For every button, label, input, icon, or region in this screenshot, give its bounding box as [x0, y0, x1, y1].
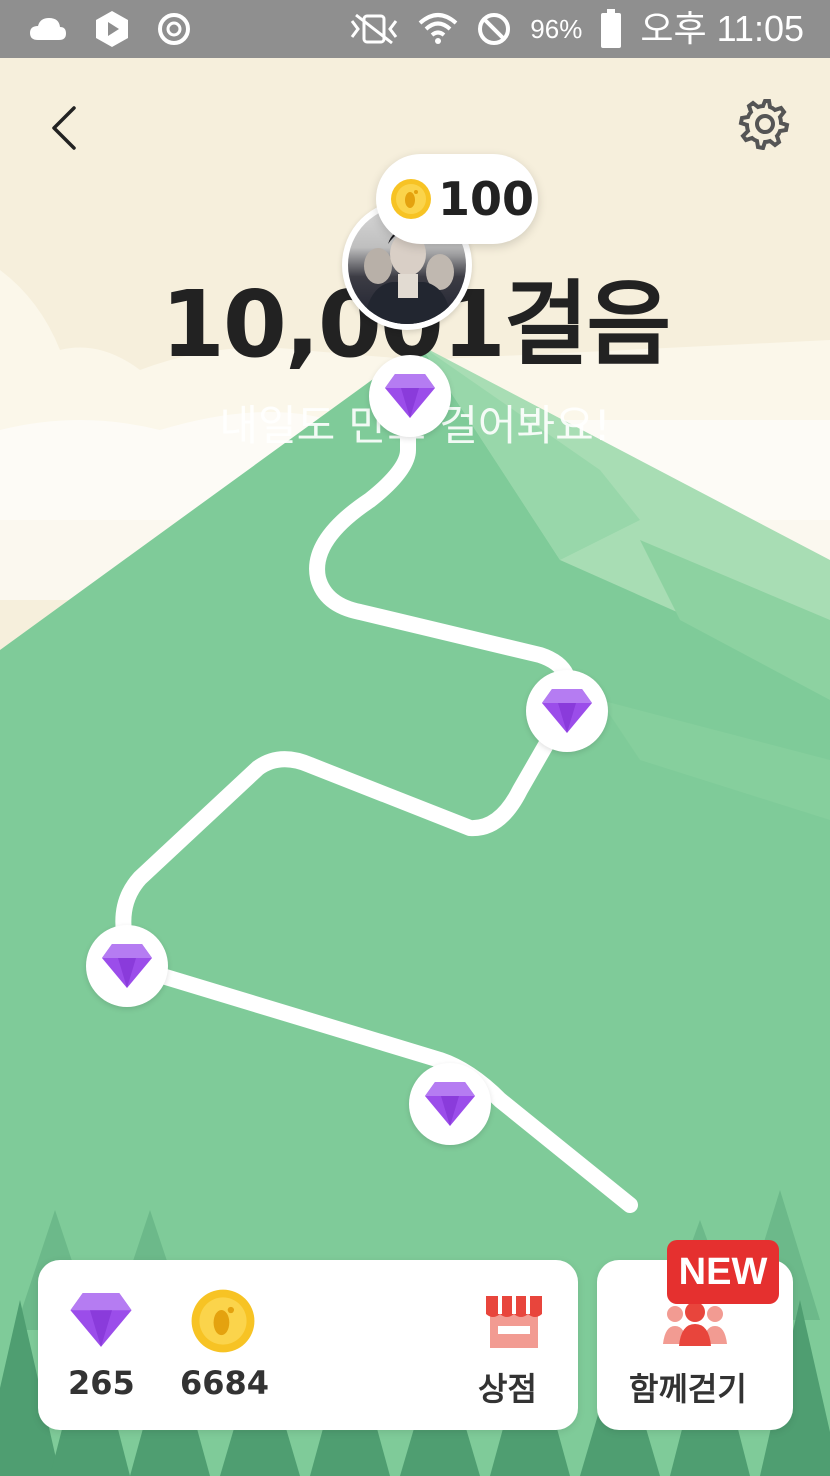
wifi-icon [418, 13, 458, 44]
gem-icon [102, 944, 152, 988]
wallet-card: 265 6684 상점 [38, 1260, 578, 1430]
gem-icon [385, 374, 435, 418]
walk-together-label: 함께걷기 [629, 1370, 747, 1408]
gem-count: 265 [68, 1364, 135, 1402]
clock: 오후 11:05 [640, 8, 804, 49]
gem-icon [70, 1293, 132, 1347]
block-icon [478, 13, 511, 45]
coin-count: 6684 [180, 1364, 270, 1402]
coin-reward-bubble[interactable]: 100 [376, 154, 538, 244]
cloud-icon [30, 18, 66, 40]
new-badge: NEW [667, 1240, 779, 1304]
gear-icon [738, 99, 790, 151]
friends-icon [663, 1302, 727, 1346]
milestone-gem-3[interactable] [86, 925, 168, 1007]
status-bar: 96% 오후 11:05 [0, 0, 830, 58]
shop-button[interactable]: 상점 [468, 1280, 568, 1420]
sync-icon [158, 13, 190, 45]
milestone-gem-4[interactable] [409, 1063, 491, 1145]
chevron-left-icon [52, 106, 76, 150]
gem-icon [542, 689, 592, 733]
gem-icon [425, 1082, 475, 1126]
back-button[interactable] [46, 100, 86, 156]
vibrate-icon [351, 13, 398, 45]
play-store-icon [96, 11, 128, 47]
battery-percent: 96% [530, 13, 583, 44]
milestone-gem-1[interactable] [369, 355, 451, 437]
coin-icon [191, 1289, 255, 1353]
store-icon [486, 1296, 542, 1348]
milestone-gem-2[interactable] [526, 670, 608, 752]
coin-reward-amount: 100 [438, 172, 535, 226]
coin-icon [391, 179, 431, 219]
battery-icon [601, 9, 622, 48]
settings-button[interactable] [738, 96, 792, 151]
shop-label: 상점 [478, 1370, 537, 1408]
